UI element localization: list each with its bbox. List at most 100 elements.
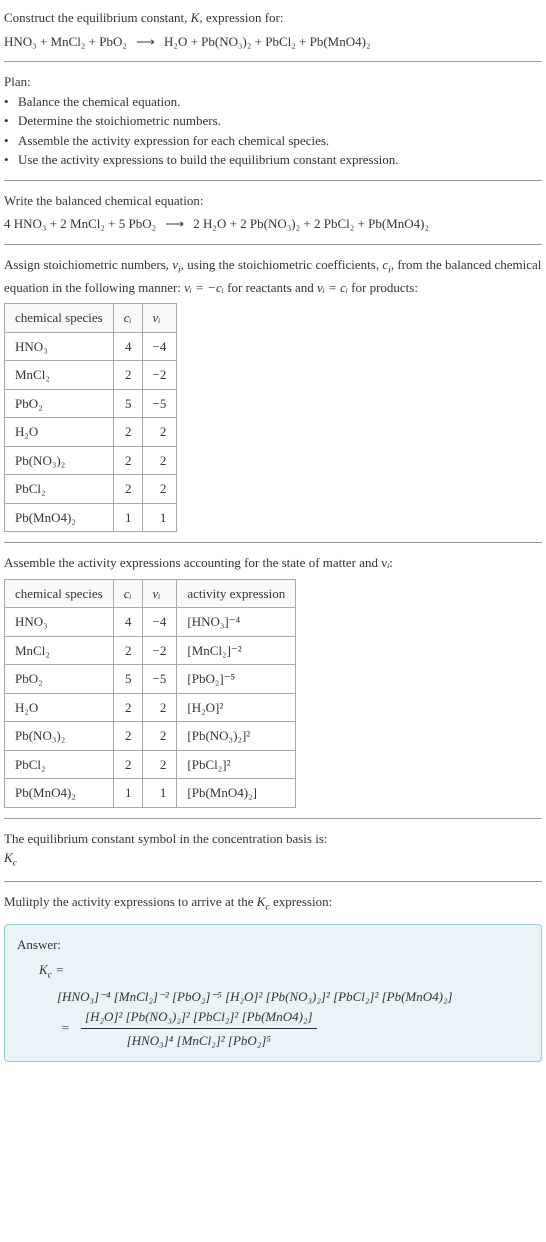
cell-c: 5 [113,665,142,694]
plan-title: Plan: [4,72,542,92]
cell-c: 4 [113,332,142,361]
bullet-icon: • [4,111,18,131]
cell-species: H₂O [5,418,114,447]
answer-fraction: [H₂O]² [Pb(NO₃)₂]² [PbCl₂]² [Pb(MnO4)₂] … [81,1007,317,1051]
cell-nu: 2 [142,722,177,751]
kc-k: K [39,962,48,977]
cell-species: MnCl₂ [5,636,114,665]
stoich-text-b: , using the stoichiometric coefficients, [181,257,383,272]
intro-eq-rhs: H₂O + Pb(NO₃)₂ + PbCl₂ + Pb(MnO4)₂ [164,34,370,49]
cell-c: 2 [113,636,142,665]
cell-c: 1 [113,779,142,808]
rel1: νᵢ = −cᵢ [184,280,224,295]
intro-text-b: , expression for: [199,10,283,25]
stoich-text-d: for reactants and [224,280,317,295]
balanced-rhs: 2 H₂O + 2 Pb(NO₃)₂ + 2 PbCl₂ + Pb(MnO4)₂ [193,216,429,231]
cell-nu: −2 [142,636,177,665]
cell-species: Pb(MnO4)₂ [5,503,114,532]
plan-item-text: Use the activity expressions to build th… [18,150,399,170]
balanced-section: Write the balanced chemical equation: 4 … [4,191,542,234]
divider [4,61,542,62]
table-row: HNO₃4−4 [5,332,177,361]
plan-section: Plan: •Balance the chemical equation. •D… [4,72,542,170]
cell-c: 2 [113,446,142,475]
answer-box: Answer: Kc = [HNO₃]⁻⁴ [MnCl₂]⁻² [PbO₂]⁻⁵… [4,924,542,1062]
cell-nu: −2 [142,361,177,390]
cell-nu: −5 [142,389,177,418]
col-species: chemical species [5,304,114,333]
answer-kc-line: Kc = [39,960,529,983]
answer-flat-expr: [HNO₃]⁻⁴ [MnCl₂]⁻² [PbO₂]⁻⁵ [H₂O]² [Pb(N… [57,987,529,1007]
cell-c: 2 [113,361,142,390]
cell-species: PbO₂ [5,665,114,694]
stoich-table: chemical species cᵢ νᵢ HNO₃4−4 MnCl₂2−2 … [4,303,177,532]
intro-equation: HNO₃ + MnCl₂ + PbO₂ ⟶ H₂O + Pb(NO₃)₂ + P… [4,32,542,52]
divider [4,818,542,819]
table-row: Pb(NO₃)₂22[Pb(NO₃)₂]² [5,722,296,751]
divider [4,244,542,245]
cell-c: 2 [113,693,142,722]
table-row: PbCl₂22[PbCl₂]² [5,750,296,779]
table-row: HNO₃4−4[HNO₃]⁻⁴ [5,608,296,637]
cell-nu: 2 [142,693,177,722]
cell-species: Pb(NO₃)₂ [5,446,114,475]
cell-activity: [MnCl₂]⁻² [177,636,296,665]
activity-table: chemical species cᵢ νᵢ activity expressi… [4,579,296,808]
balanced-equation: 4 HNO₃ + 2 MnCl₂ + 5 PbO₂ ⟶ 2 H₂O + 2 Pb… [4,214,542,234]
answer-denominator: [HNO₃]⁴ [MnCl₂]² [PbO₂]⁵ [81,1029,317,1051]
cell-activity: [HNO₃]⁻⁴ [177,608,296,637]
cell-species: PbCl₂ [5,475,114,504]
col-nui: νᵢ [142,579,177,608]
cell-species: PbCl₂ [5,750,114,779]
intro-section: Construct the equilibrium constant, K, e… [4,8,542,51]
col-ci: cᵢ [113,304,142,333]
cell-nu: −4 [142,608,177,637]
bullet-icon: • [4,150,18,170]
table-row: PbO₂5−5[PbO₂]⁻⁵ [5,665,296,694]
cell-species: H₂O [5,693,114,722]
stoich-text-a: Assign stoichiometric numbers, [4,257,172,272]
eq-const-text: The equilibrium constant symbol in the c… [4,829,542,849]
stoich-assign-section: Assign stoichiometric numbers, νi, using… [4,255,542,533]
plan-item: •Determine the stoichiometric numbers. [4,111,542,131]
cell-species: MnCl₂ [5,361,114,390]
balanced-title: Write the balanced chemical equation: [4,191,542,211]
cell-activity: [Pb(NO₃)₂]² [177,722,296,751]
bullet-icon: • [4,131,18,151]
intro-prompt: Construct the equilibrium constant, K, e… [4,8,542,28]
divider [4,180,542,181]
cell-nu: −5 [142,665,177,694]
cell-c: 2 [113,475,142,504]
cell-c: 2 [113,418,142,447]
cell-activity: [PbO₂]⁻⁵ [177,665,296,694]
table-row: MnCl₂2−2[MnCl₂]⁻² [5,636,296,665]
arrow-icon: ⟶ [165,216,184,231]
cell-c: 1 [113,503,142,532]
cell-species: HNO₃ [5,608,114,637]
kc-symbol: Kc [4,848,542,871]
activity-intro: Assemble the activity expressions accoun… [4,553,542,573]
plan-item-text: Determine the stoichiometric numbers. [18,111,221,131]
cell-activity: [H₂O]² [177,693,296,722]
cell-c: 2 [113,722,142,751]
cell-nu: 1 [142,779,177,808]
cell-activity: [Pb(MnO4)₂] [177,779,296,808]
stoich-text-e: for products: [348,280,418,295]
cell-c: 4 [113,608,142,637]
intro-text-a: Construct the equilibrium constant, [4,10,191,25]
table-header-row: chemical species cᵢ νᵢ activity expressi… [5,579,296,608]
table-row: H₂O22 [5,418,177,447]
col-activity: activity expression [177,579,296,608]
answer-eq2: = [61,1020,70,1035]
table-row: Pb(NO₃)₂22 [5,446,177,475]
cell-nu: 2 [142,750,177,779]
col-nui: νᵢ [142,304,177,333]
table-row: Pb(MnO4)₂11 [5,503,177,532]
arrow-icon: ⟶ [136,34,155,49]
rel2: νᵢ = cᵢ [317,280,348,295]
plan-item: •Use the activity expressions to build t… [4,150,542,170]
col-species: chemical species [5,579,114,608]
plan-item: •Assemble the activity expression for ea… [4,131,542,151]
kc-sub: c [13,858,17,869]
table-row: MnCl₂2−2 [5,361,177,390]
